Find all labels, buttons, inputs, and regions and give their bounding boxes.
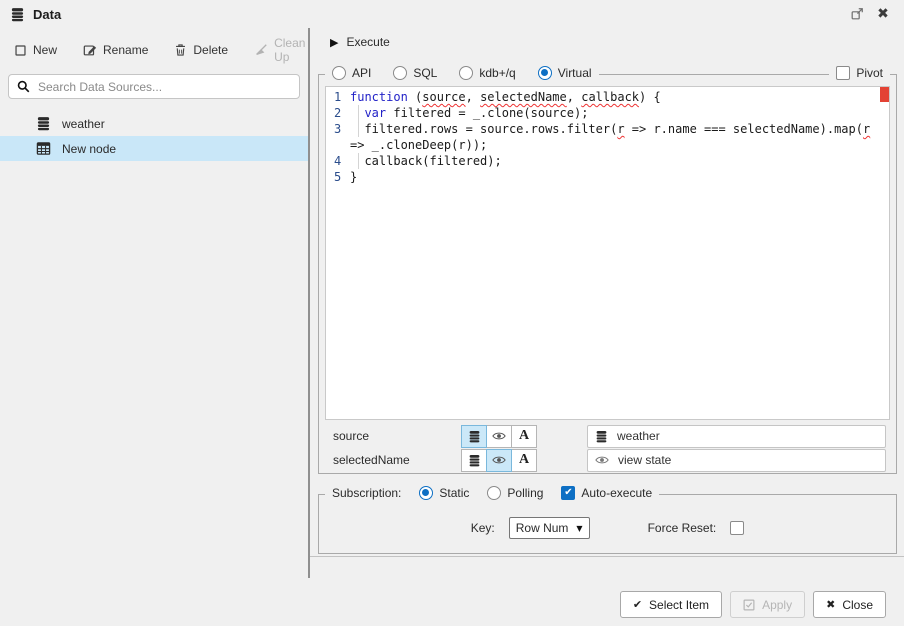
trash-icon [174,43,187,57]
chevron-down-icon: ▼ [576,524,582,533]
radio-icon [332,66,346,80]
subscription-label: Subscription: [332,486,401,500]
check-square-icon [743,599,755,611]
database-icon [468,454,481,467]
datasource-toggle-button[interactable] [461,449,487,472]
eye-icon [492,453,506,467]
eye-icon [595,453,609,467]
error-marker [880,87,889,102]
eye-icon [492,429,506,443]
param-row-source: source [333,424,886,448]
search-input[interactable] [38,80,291,94]
param-source-toggle-group: A [461,425,537,448]
param-selectedname-toggle-group: A [461,449,537,472]
close-button[interactable]: ✖ Close [813,591,886,618]
code-line: 5} [334,169,879,185]
list-item-weather[interactable]: weather [0,111,308,136]
rename-button[interactable]: Rename [83,43,148,57]
text-toggle-button[interactable]: A [511,449,537,472]
type-radio-api[interactable]: API [332,66,371,80]
param-source-value [587,425,886,448]
line-number: 2 [334,105,350,121]
force-reset-label: Force Reset: [648,521,717,535]
database-icon [468,430,481,443]
apply-button[interactable]: Apply [730,591,805,618]
type-radio-virtual[interactable]: Virtual [538,66,592,80]
database-icon [36,116,51,131]
datasource-toggle-button[interactable] [461,425,487,448]
data-sources-panel: New Rename Delete [0,28,308,626]
key-select-value: Row Num [516,521,569,535]
data-source-list: weather New node [0,111,308,161]
table-icon [36,141,51,156]
auto-execute-checkbox[interactable]: Auto-execute [561,486,652,500]
subscription-options-row: Key: Row Num ▼ Force Reset: [319,517,896,539]
checkbox-icon [561,486,575,500]
param-selectedname-input[interactable] [618,453,878,467]
code-editor[interactable]: 1function (source, selectedName, callbac… [325,86,890,420]
key-label: Key: [471,521,495,535]
search-box [8,74,300,99]
text-toggle-button[interactable]: A [511,425,537,448]
list-item-label: weather [62,117,105,131]
list-item-new-node[interactable]: New node [0,136,308,161]
code-line: 1function (source, selectedName, callbac… [334,89,879,105]
titlebar: Data ✖ [0,0,904,28]
footer-divider [310,556,904,557]
type-radio-sql[interactable]: SQL [393,66,437,80]
param-name: selectedName [333,453,461,467]
rename-icon [83,43,97,57]
select-item-button[interactable]: ✔ Select Item [620,591,722,618]
x-icon: ✖ [826,598,835,611]
viewstate-toggle-button[interactable] [486,425,512,448]
radio-icon [419,486,433,500]
param-source-input[interactable] [617,429,878,443]
data-sources-toolbar: New Rename Delete [0,28,308,72]
editor-panel: ▶ Execute API SQL kdb+/q Vi [310,28,904,626]
param-row-selectedname: selectedName [333,448,886,472]
window-title: Data [33,7,61,22]
param-selectedname-value [587,449,886,472]
text-format-icon: A [519,428,529,444]
execute-button[interactable]: ▶ Execute [330,35,390,49]
key-select[interactable]: Row Num ▼ [509,517,590,539]
check-icon: ✔ [633,598,642,611]
subscription-radio-static[interactable]: Static [419,486,469,500]
search-icon [17,80,30,93]
new-file-icon [14,44,27,57]
popout-icon[interactable] [848,5,866,23]
datasource-type-fieldset: API SQL kdb+/q Virtual Pivot [318,74,897,474]
line-number: 5 [334,169,350,185]
radio-icon [538,66,552,80]
subscription-fieldset: Subscription: Static Polling Auto-execut… [318,494,897,554]
param-name: source [333,429,461,443]
code-line: 3 filtered.rows = source.rows.filter(r =… [334,121,879,153]
code-line: 4 callback(filtered); [334,153,879,169]
type-radio-kdbq[interactable]: kdb+/q [459,66,515,80]
radio-icon [459,66,473,80]
force-reset-checkbox[interactable] [730,521,744,535]
delete-button[interactable]: Delete [174,43,228,57]
play-icon: ▶ [330,36,338,49]
viewstate-toggle-button[interactable] [486,449,512,472]
line-number: 3 [334,121,350,153]
line-number: 4 [334,153,350,169]
pivot-checkbox[interactable]: Pivot [836,66,883,80]
code-line: 2 var filtered = _.clone(source); [334,105,879,121]
subscription-radio-polling[interactable]: Polling [487,486,543,500]
checkbox-icon [836,66,850,80]
new-button[interactable]: New [14,43,57,57]
list-item-label: New node [62,142,116,156]
text-format-icon: A [519,452,529,468]
database-icon [595,430,608,443]
clean-up-button[interactable]: Clean Up [254,36,308,64]
close-icon[interactable]: ✖ [874,5,892,23]
database-icon [10,7,25,22]
footer: ✔ Select Item Apply ✖ Close [620,591,886,618]
broom-icon [254,43,268,57]
line-number: 1 [334,89,350,105]
radio-icon [393,66,407,80]
radio-icon [487,486,501,500]
